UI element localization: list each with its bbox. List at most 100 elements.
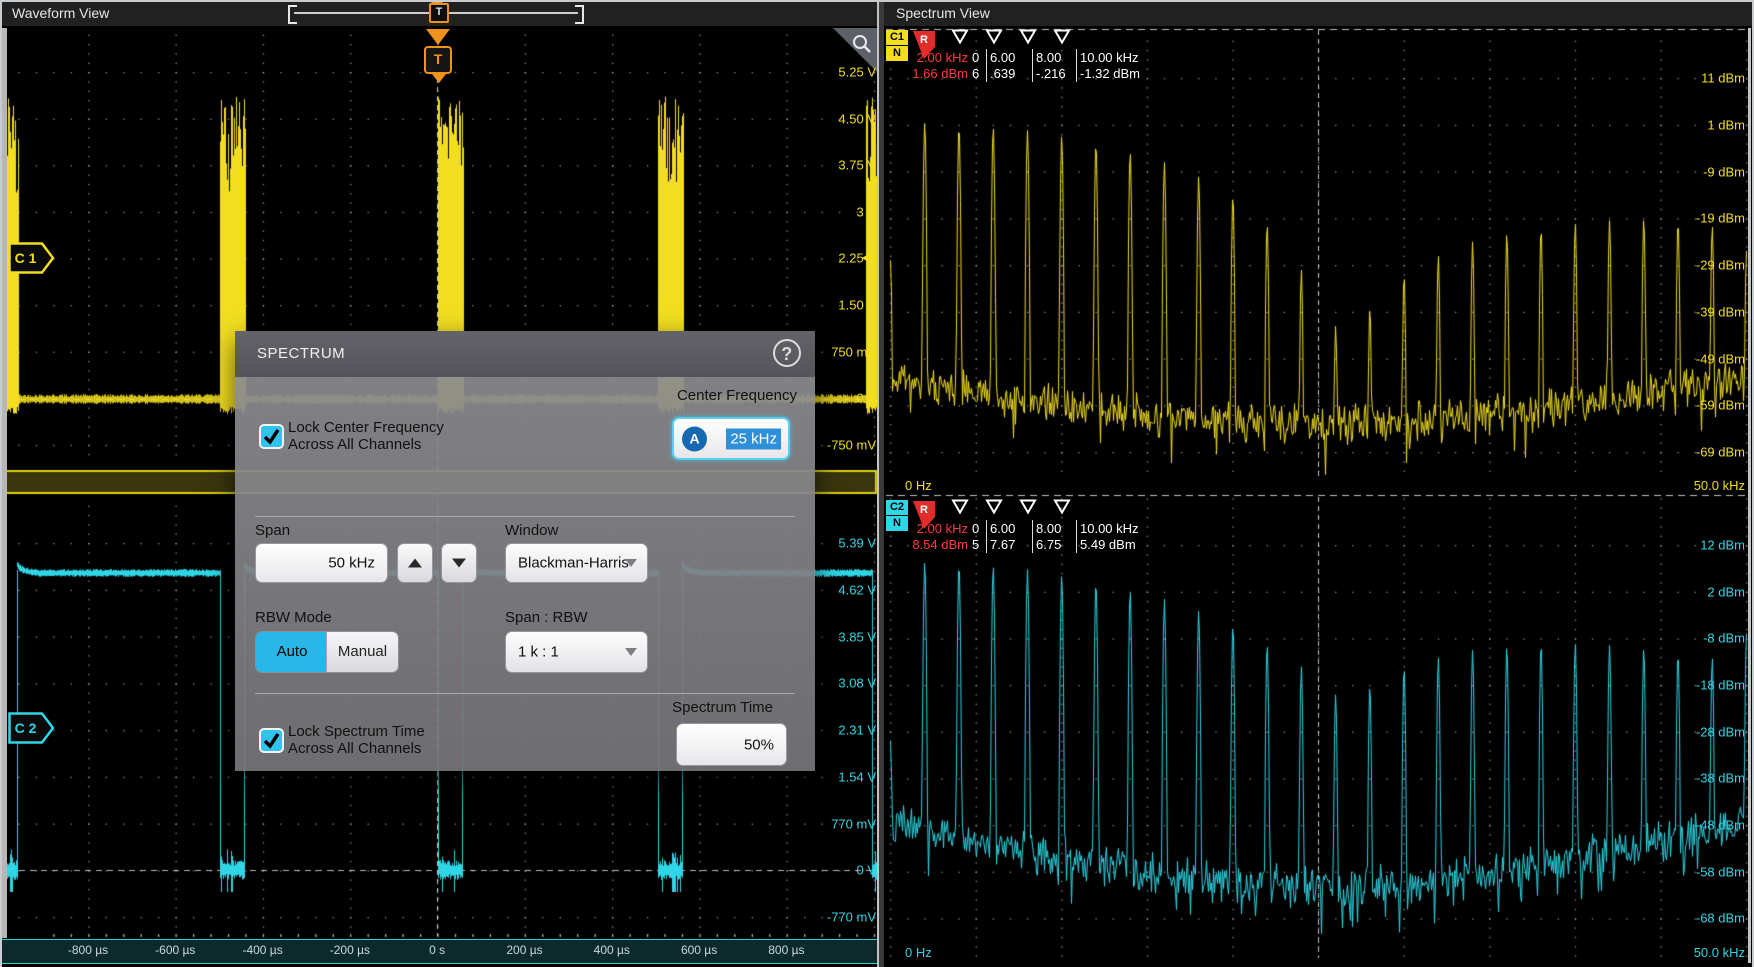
marker-ampl-value: 7.67	[990, 537, 1015, 552]
marker-column-divider	[1076, 520, 1077, 553]
pan-bar-left-bracket[interactable]	[288, 5, 297, 24]
c2-channel-badge[interactable]: C 2	[8, 712, 56, 744]
c2-axis-label: 3.85 V	[838, 629, 876, 644]
marker-triangle-icon[interactable]	[1019, 29, 1037, 45]
marker-freq-value: 10.00 kHz	[1080, 50, 1139, 65]
marker-ampl-value: 5	[972, 537, 979, 552]
spectrum-dialog-header[interactable]: SPECTRUM ?	[235, 331, 815, 377]
marker-triangle-icon[interactable]	[985, 499, 1003, 515]
lock-center-frequency-text: Lock Center Frequency Across All Channel…	[288, 419, 444, 453]
dialog-divider-1	[255, 516, 795, 517]
spectrum-dialog: SPECTRUM ? Center Frequency A 25 kHz Loc…	[235, 331, 815, 771]
channel-cell[interactable]: C1	[886, 30, 908, 45]
window-value: Blackman-Harris	[518, 555, 629, 572]
span-rbw-label: Span : RBW	[505, 609, 588, 626]
span-rbw-value: 1 k : 1	[518, 644, 559, 661]
lock-spectrum-time-line2: Across All Channels	[288, 740, 425, 757]
window-left-edge	[0, 0, 2, 967]
rbw-auto-button[interactable]: Auto	[256, 632, 328, 672]
lock-center-frequency-line1: Lock Center Frequency	[288, 419, 444, 436]
span-value: 50 kHz	[328, 555, 375, 572]
span-rbw-dropdown[interactable]: 1 k : 1	[505, 631, 648, 673]
marker-freq-value: 6.00	[990, 521, 1015, 536]
horizontal-pan-bar[interactable]: T	[288, 2, 584, 24]
c1-channel-badge[interactable]: C 1	[8, 242, 56, 274]
c2-axis-label: 0 V	[856, 863, 876, 878]
marker-triangle-icon[interactable]	[1053, 29, 1071, 45]
freq-end-label: 50.0 kHz	[1694, 945, 1745, 960]
freq-start-label: 0 Hz	[905, 478, 932, 493]
marker-column-divider	[986, 520, 987, 553]
marker-triangle-icon[interactable]	[951, 499, 969, 515]
panel-divider[interactable]	[877, 0, 884, 967]
c2-axis-label: 770 mV	[831, 816, 876, 831]
spectrum-dialog-body: Center Frequency A 25 kHz Lock Center Fr…	[235, 377, 815, 771]
c2-axis-label: -770 mV	[827, 910, 876, 925]
svg-text:C 1: C 1	[15, 250, 37, 266]
marker-triangle-icon[interactable]	[1053, 499, 1071, 515]
time-axis-label: 200 µs	[480, 943, 570, 957]
marker-ampl-value: 6.75	[1036, 537, 1061, 552]
svg-text:C 2: C 2	[15, 720, 37, 736]
dbm-axis-label: -68 dBm	[1696, 911, 1745, 926]
span-input[interactable]: 50 kHz	[255, 543, 388, 583]
time-axis-label: 0 s	[392, 943, 482, 957]
c2-axis-label: 2.31 V	[838, 723, 876, 738]
svg-text:R: R	[920, 34, 928, 46]
c2-axis-label: 3.08 V	[838, 676, 876, 691]
marker-triangle-icon[interactable]	[951, 29, 969, 45]
spectrum-dialog-title: SPECTRUM	[257, 345, 345, 362]
marker-triangle-icon[interactable]	[985, 29, 1003, 45]
center-frequency-input[interactable]: A 25 kHz	[672, 417, 790, 460]
lock-spectrum-time-checkbox[interactable]	[259, 728, 284, 753]
dbm-axis-label: -38 dBm	[1696, 771, 1745, 786]
help-button[interactable]: ?	[773, 339, 801, 367]
span-label: Span	[255, 522, 290, 539]
time-axis-label: 600 µs	[654, 943, 744, 957]
freq-end-label: 50.0 kHz	[1694, 478, 1745, 493]
spectrum-time-label: Spectrum Time	[672, 699, 773, 716]
trigger-position-arrow-icon[interactable]	[426, 29, 450, 45]
time-axis-label: -200 µs	[305, 943, 395, 957]
lock-spectrum-time-text: Lock Spectrum Time Across All Channels	[288, 723, 425, 757]
marker-freq-value: 10.00 kHz	[1080, 521, 1139, 536]
marker-freq-value: 6.00	[990, 50, 1015, 65]
dialog-divider-2	[255, 693, 795, 694]
dropdown-caret-icon	[625, 559, 637, 567]
span-increment-button[interactable]	[397, 543, 433, 583]
window-dropdown[interactable]: Blackman-Harris	[505, 543, 648, 583]
center-frequency-label: Center Frequency	[677, 387, 797, 404]
window-top-edge	[0, 0, 1754, 2]
marker-ampl-value: 6	[972, 66, 979, 81]
rbw-mode-label: RBW Mode	[255, 609, 332, 626]
marker-freq-value: 0	[972, 50, 979, 65]
tekscope-app: Waveform View T T C 1 C 2 5.25 V4.50 V3.…	[0, 0, 1754, 967]
spectrum-time-input[interactable]: 50%	[676, 723, 787, 766]
marker-column-divider	[1032, 520, 1033, 553]
dbm-axis-label: -48 dBm	[1696, 817, 1745, 832]
time-axis-label: -600 µs	[130, 943, 220, 957]
marker-freq-row: 06.008.0010.00 kHz	[0, 50, 1754, 66]
span-decrement-button[interactable]	[441, 543, 477, 583]
lock-center-frequency-checkbox[interactable]	[259, 424, 284, 449]
lock-center-frequency-line2: Across All Channels	[288, 436, 444, 453]
time-axis-label: -800 µs	[43, 943, 133, 957]
pan-bar-trigger-marker[interactable]: T	[429, 3, 449, 23]
check-icon	[261, 426, 282, 447]
rbw-manual-button[interactable]: Manual	[326, 632, 398, 672]
spectrum-axis-labels: 12 dBm2 dBm-8 dBm-18 dBm-28 dBm-38 dBm-4…	[884, 0, 1746, 967]
channel-cell[interactable]: C2	[886, 500, 908, 515]
pan-bar-right-bracket[interactable]	[575, 5, 584, 24]
marker-column-divider	[986, 49, 987, 82]
dbm-axis-label: 2 dBm	[1707, 584, 1745, 599]
dbm-axis-label: -18 dBm	[1696, 677, 1745, 692]
c2-axis-label: 4.62 V	[838, 582, 876, 597]
center-frequency-value[interactable]: 25 kHz	[726, 428, 781, 449]
marker-triangle-icon[interactable]	[1019, 499, 1037, 515]
spectrum-right-scrollbar[interactable]	[1748, 28, 1751, 963]
marker-ampl-value: .639	[990, 66, 1015, 81]
time-axis-label: 400 µs	[567, 943, 657, 957]
lock-spectrum-time-line1: Lock Spectrum Time	[288, 723, 425, 740]
rbw-mode-toggle: Auto Manual	[255, 631, 399, 673]
window-label: Window	[505, 522, 558, 539]
